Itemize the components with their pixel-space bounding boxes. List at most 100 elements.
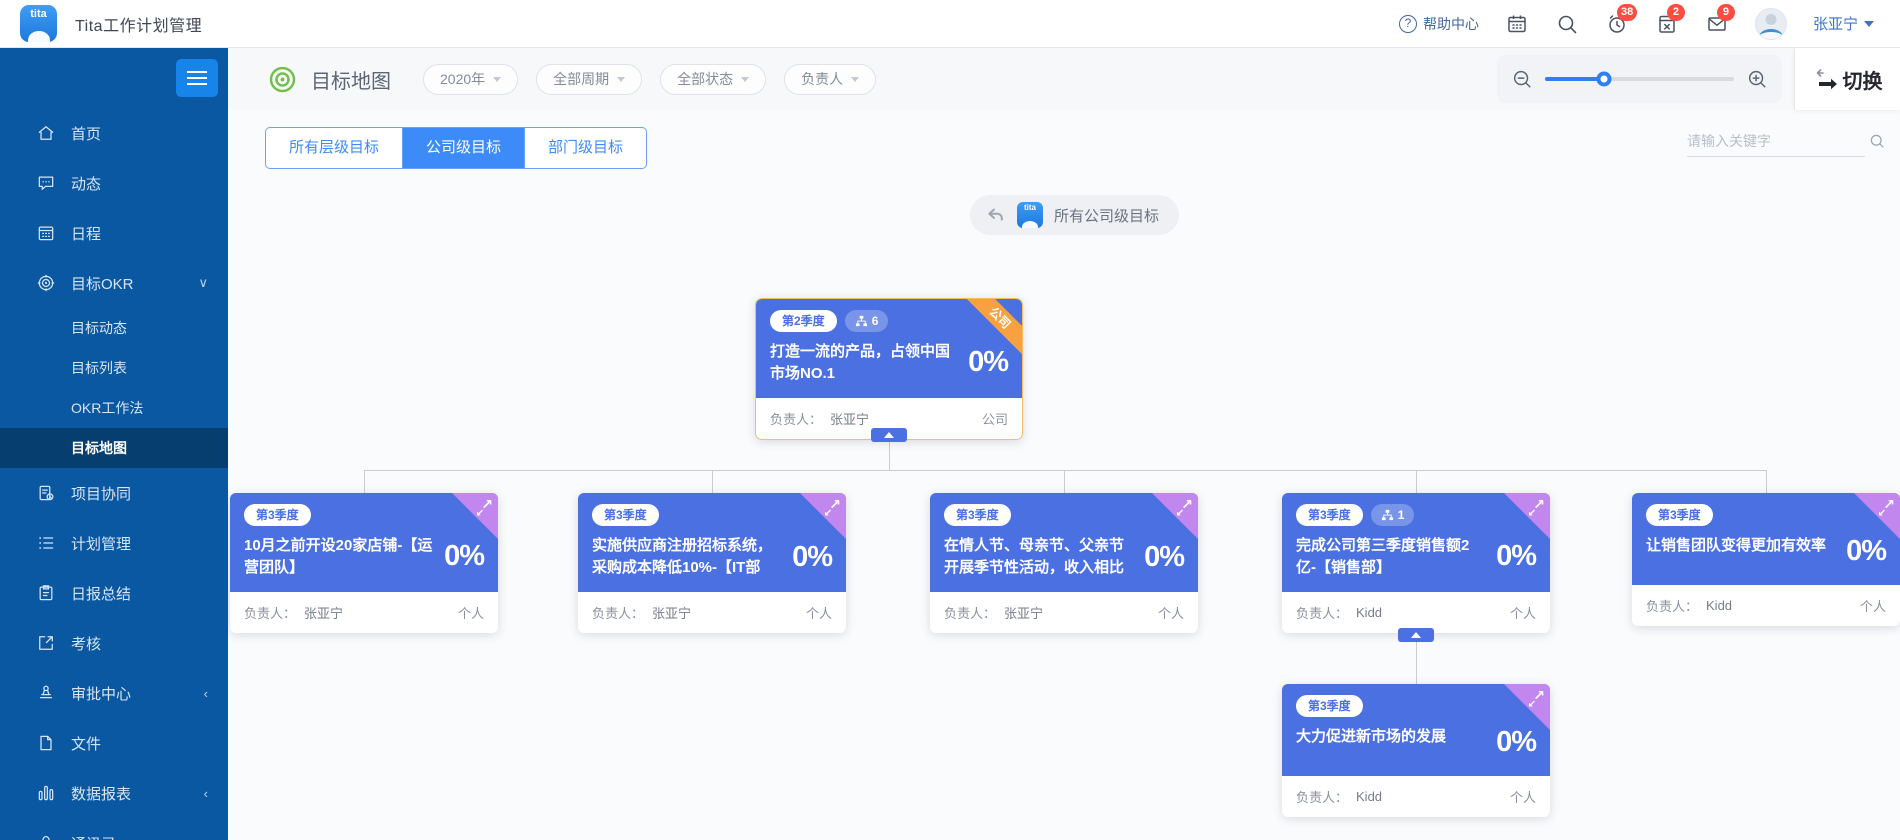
- progress-value: 0%: [792, 540, 833, 573]
- progress-value: 0%: [444, 540, 485, 573]
- todo-icon[interactable]: 2: [1655, 3, 1685, 36]
- user-avatar[interactable]: [1754, 7, 1787, 40]
- collapse-children-button[interactable]: [1398, 628, 1434, 642]
- sidebar-item-assessment[interactable]: 考核: [0, 618, 228, 668]
- okr-card-child-1[interactable]: ↗ ↙ 第3季度 10月之前开设20家店铺-【运营团队】 0% 负责人： 张亚宁 …: [230, 493, 498, 633]
- connector-line: [1766, 470, 1767, 493]
- sidebar-item-label: 目标OKR: [71, 275, 134, 293]
- sidebar-item-reports[interactable]: 数据报表 ‹: [0, 768, 228, 818]
- owner-name[interactable]: Kidd: [1356, 789, 1382, 804]
- zoom-slider-fill: [1545, 77, 1604, 81]
- zoom-out-icon[interactable]: [1511, 68, 1533, 90]
- owner-name[interactable]: 张亚宁: [830, 409, 869, 428]
- filter-owner[interactable]: 负责人: [784, 63, 877, 95]
- sidebar-item-home[interactable]: 首页: [0, 108, 228, 158]
- okr-card-root[interactable]: 公司 第2季度 6 打造一流的产品，占领中国市场NO.1 0% 负责人： 张亚宁…: [755, 298, 1023, 440]
- sidebar-item-daily-report[interactable]: 日报总结: [0, 568, 228, 618]
- page-toolbar: 目标地图 2020年 全部周期 全部状态 负责人 切换: [228, 48, 1900, 110]
- zoom-in-icon[interactable]: [1746, 68, 1768, 90]
- sidebar: 首页 动态 日程 目标OKR ∨ 目标动态 目标列表 OKR工作法 目标地图 项…: [0, 48, 228, 840]
- sidebar-subitem-okr-map[interactable]: 目标地图: [0, 428, 228, 468]
- owner-label: 负责人：: [1296, 605, 1349, 621]
- sidebar-item-contacts[interactable]: 通讯录: [0, 818, 228, 840]
- user-menu[interactable]: 张亚宁: [1813, 13, 1874, 34]
- reminder-icon[interactable]: 38: [1605, 3, 1638, 36]
- collapse-arrow-icon: [884, 432, 894, 438]
- connector-line: [364, 470, 1767, 471]
- switch-view-button[interactable]: 切换: [1794, 48, 1900, 110]
- mail-badge: 9: [1716, 3, 1735, 21]
- help-center-link[interactable]: ? 帮助中心: [1398, 14, 1479, 34]
- owner-label: 负责人：: [1296, 790, 1349, 805]
- filter-status[interactable]: 全部状态: [660, 63, 767, 95]
- sidebar-item-label: 日程: [71, 225, 102, 243]
- person-icon: [42, 836, 50, 840]
- question-icon: ?: [1398, 14, 1417, 33]
- collapse-children-button[interactable]: [871, 428, 907, 442]
- tita-mini-icon: tita: [1017, 202, 1043, 228]
- okr-card-child-3[interactable]: ↗↙ 第3季度 在情人节、母亲节、父亲节开展季节性活动，收入相比去年 0% 负责…: [930, 493, 1198, 633]
- search-input[interactable]: [1687, 133, 1868, 149]
- owner-label: 负责人：: [592, 606, 645, 621]
- owner-name[interactable]: Kidd: [1356, 605, 1382, 620]
- sidebar-item-plans[interactable]: 计划管理: [0, 518, 228, 568]
- sidebar-item-label: 通讯录: [71, 833, 116, 840]
- search-icon[interactable]: [1868, 132, 1886, 150]
- zoom-slider-handle[interactable]: [1596, 71, 1612, 87]
- okr-card-child-2[interactable]: ↗↙ 第3季度 实施供应商注册招标系统，采购成本降低10%-【IT部门】 0% …: [578, 493, 846, 633]
- tab-department-level[interactable]: 部门级目标: [524, 128, 646, 168]
- quarter-badge: 第3季度: [1646, 504, 1713, 526]
- okr-card-child-5[interactable]: ↗ ↙ 第3季度 让销售团队变得更加有效率 0% 负责人： Kidd 个人: [1632, 493, 1900, 626]
- zoom-slider-track[interactable]: [1545, 71, 1734, 87]
- stamp-icon: [39, 685, 53, 699]
- objective-title[interactable]: 打造一流的产品，占领中国市场NO.1: [770, 341, 958, 385]
- sidebar-item-feed[interactable]: 动态: [0, 158, 228, 208]
- objective-title[interactable]: 完成公司第三季度销售额2亿-【销售部】: [1296, 535, 1486, 579]
- objective-title[interactable]: 大力促进新市场的发展: [1296, 726, 1486, 759]
- filter-cycle[interactable]: 全部周期: [536, 63, 643, 95]
- sidebar-item-approval[interactable]: 审批中心 ‹: [0, 668, 228, 718]
- sidebar-menu: 首页 动态 日程 目标OKR ∨ 目标动态 目标列表 OKR工作法 目标地图 项…: [0, 48, 228, 840]
- connector-line: [1416, 470, 1417, 493]
- tita-logo-icon: tita: [20, 5, 57, 42]
- sidebar-item-okr[interactable]: 目标OKR ∨: [0, 258, 228, 308]
- search-icon[interactable]: [1555, 12, 1579, 36]
- okr-card-child-4[interactable]: ↗ ↙ 第3季度 1 完成公司第三季度销售额2亿-【销售部】 0% 负责人： K…: [1282, 493, 1550, 633]
- filter-year[interactable]: 2020年: [423, 63, 519, 95]
- sidebar-item-projects[interactable]: 项目协同: [0, 468, 228, 518]
- objective-title[interactable]: 让销售团队变得更加有效率: [1646, 535, 1836, 568]
- sidebar-item-label: 审批中心: [71, 685, 132, 703]
- sidebar-item-files[interactable]: 文件: [0, 718, 228, 768]
- scope-label: 公司: [981, 411, 1008, 427]
- mail-icon[interactable]: 9: [1705, 3, 1735, 36]
- objective-title[interactable]: 10月之前开设20家店铺-【运营团队】: [244, 535, 434, 579]
- okr-card-grandchild[interactable]: ↗ ↙ 第3季度 大力促进新市场的发展 0% 负责人： Kidd 个人: [1282, 684, 1550, 817]
- bar-chart-icon: [38, 785, 54, 801]
- tab-company-level[interactable]: 公司级目标: [402, 128, 525, 168]
- objective-title[interactable]: 在情人节、母亲节、父亲节开展季节性活动，收入相比去年: [944, 535, 1134, 579]
- owner-name[interactable]: Kidd: [1706, 598, 1732, 613]
- logo-text: tita: [30, 8, 47, 20]
- objective-title[interactable]: 实施供应商注册招标系统，采购成本降低10%-【IT部门】: [592, 535, 782, 579]
- collapse-menu-button[interactable]: [176, 59, 218, 97]
- sidebar-subitem-okr-list[interactable]: 目标列表: [0, 348, 228, 388]
- quarter-badge: 第3季度: [944, 504, 1011, 526]
- connector-line: [1064, 470, 1065, 493]
- tab-all-levels[interactable]: 所有层级目标: [266, 128, 402, 168]
- align-count-badge: 1: [1370, 504, 1415, 526]
- top-header: tita Tita工作计划管理 ? 帮助中心 38 2 9 张亚宁: [0, 0, 1900, 48]
- calendar-icon[interactable]: [1505, 12, 1529, 36]
- sidebar-item-label: 首页: [71, 125, 102, 143]
- connector-line: [712, 470, 713, 493]
- filter-bar: 2020年 全部周期 全部状态 负责人: [423, 63, 877, 95]
- map-breadcrumb-back[interactable]: tita 所有公司级目标: [970, 195, 1180, 235]
- owner-name[interactable]: 张亚宁: [652, 603, 691, 622]
- owner-name[interactable]: 张亚宁: [1004, 603, 1043, 622]
- sidebar-item-label: 考核: [71, 635, 102, 653]
- sidebar-item-schedule[interactable]: 日程: [0, 208, 228, 258]
- sidebar-subitem-okr-feed[interactable]: 目标动态: [0, 308, 228, 348]
- scope-label: 个人: [457, 605, 484, 621]
- collapse-arrow-icon: [1411, 632, 1421, 638]
- sidebar-subitem-okr-method[interactable]: OKR工作法: [0, 388, 228, 428]
- owner-name[interactable]: 张亚宁: [304, 603, 343, 622]
